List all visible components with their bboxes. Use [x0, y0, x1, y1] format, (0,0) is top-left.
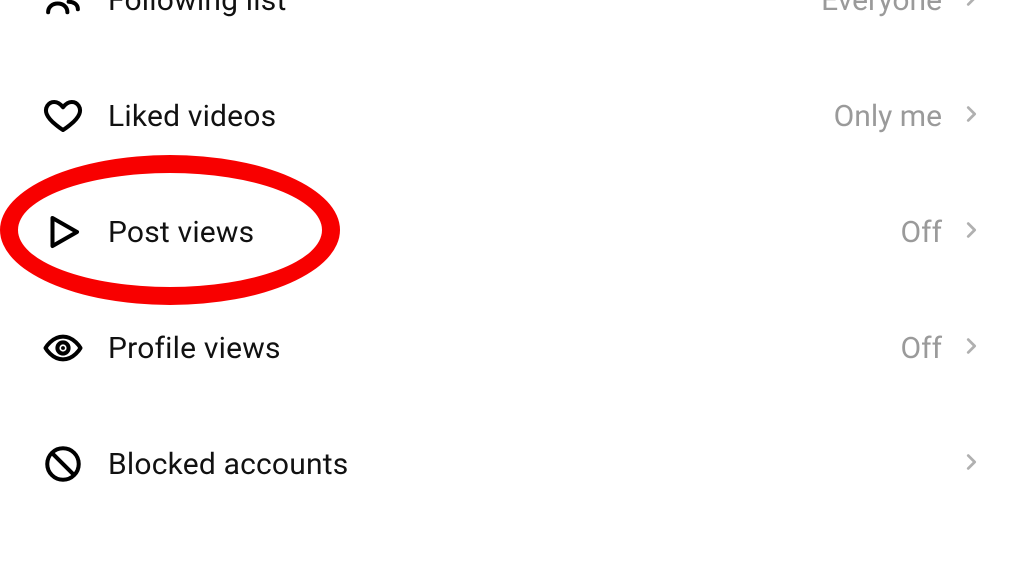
chevron-right-icon	[960, 335, 982, 361]
setting-label: Blocked accounts	[108, 447, 942, 482]
chevron-right-icon	[960, 219, 982, 245]
play-icon	[42, 211, 90, 253]
heart-icon	[42, 95, 90, 137]
setting-value: Off	[901, 331, 943, 366]
setting-label: Post views	[108, 215, 901, 250]
setting-label: Liked videos	[108, 99, 834, 134]
setting-value: Only me	[834, 99, 942, 134]
block-icon	[42, 443, 90, 485]
setting-label: Following list	[108, 0, 821, 18]
privacy-settings-list: Following list Everyone Liked videos Onl…	[0, 0, 1024, 522]
setting-value: Off	[901, 215, 943, 250]
setting-following-list[interactable]: Following list Everyone	[0, 0, 1024, 58]
setting-liked-videos[interactable]: Liked videos Only me	[0, 58, 1024, 174]
users-icon	[42, 0, 90, 21]
setting-value: Everyone	[821, 0, 942, 18]
chevron-right-icon	[960, 0, 982, 13]
setting-profile-views[interactable]: Profile views Off	[0, 290, 1024, 406]
chevron-right-icon	[960, 451, 982, 477]
chevron-right-icon	[960, 103, 982, 129]
setting-blocked-accounts[interactable]: Blocked accounts	[0, 406, 1024, 522]
eye-icon	[42, 327, 90, 369]
setting-post-views[interactable]: Post views Off	[0, 174, 1024, 290]
setting-label: Profile views	[108, 331, 901, 366]
